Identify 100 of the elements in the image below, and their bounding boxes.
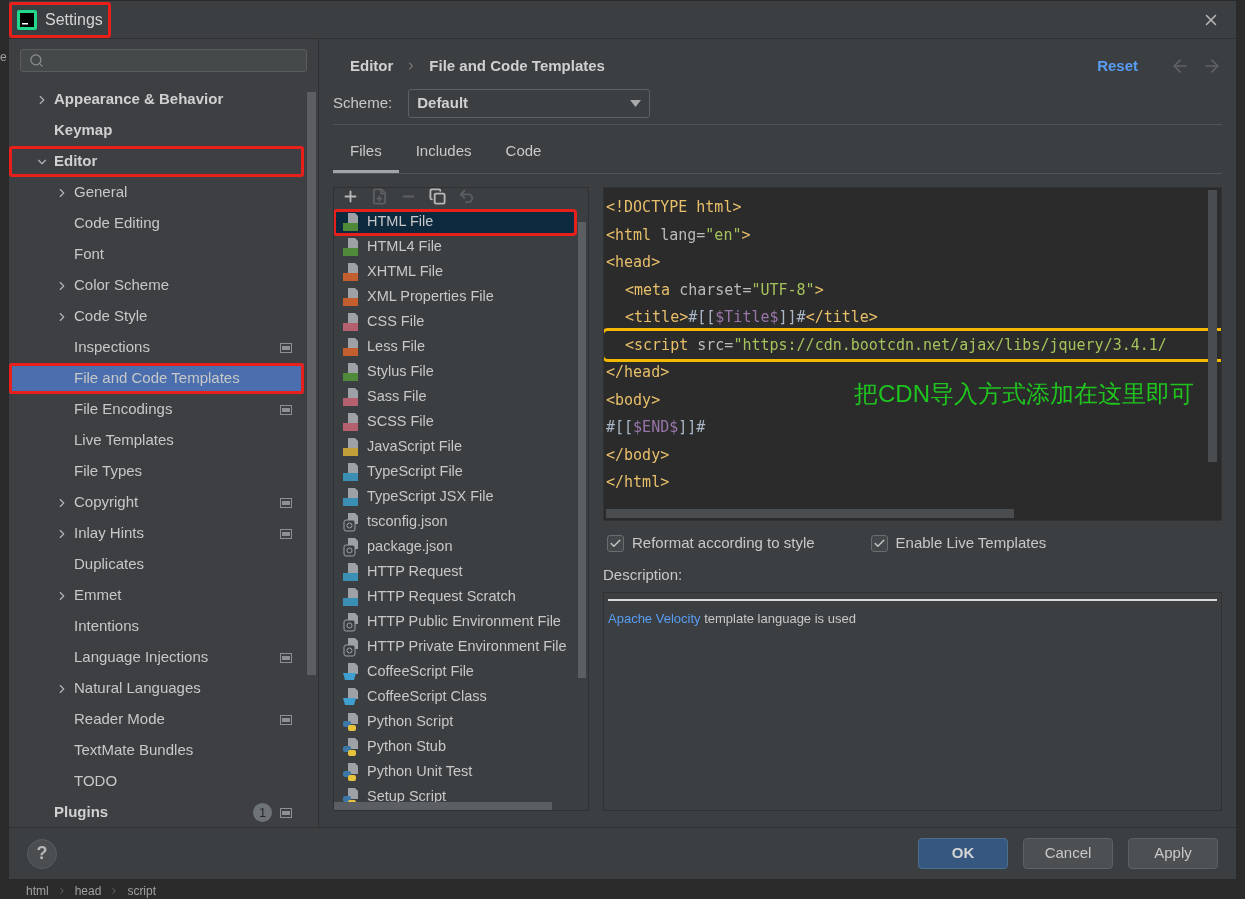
scrollbar[interactable] (307, 92, 316, 675)
file-template-icon (341, 662, 361, 682)
sidebar-item[interactable]: General (9, 177, 304, 208)
project-scope-icon (280, 807, 292, 818)
sidebar-item[interactable]: TODO (9, 766, 304, 797)
sidebar-item[interactable]: Language Injections (9, 642, 304, 673)
sidebar-item[interactable]: Reader Mode (9, 704, 304, 735)
project-scope-icon (280, 497, 292, 508)
editor-breadcrumb[interactable]: script (127, 882, 157, 899)
template-item[interactable]: HTML4 File (334, 234, 576, 260)
sidebar-item[interactable]: Inspections (9, 332, 304, 363)
template-item[interactable]: SCSS File (334, 409, 576, 435)
template-item[interactable]: CoffeeScript File (334, 659, 576, 685)
file-template-icon (341, 287, 361, 307)
tab[interactable]: Files (333, 137, 399, 173)
checkbox[interactable] (607, 535, 624, 552)
sidebar-item-label: File Types (74, 461, 143, 482)
template-item[interactable]: HTTP Public Environment File (334, 609, 576, 635)
count-badge: 1 (253, 803, 272, 822)
tab[interactable]: Code (488, 137, 559, 173)
apache-velocity-link[interactable]: Apache Velocity (608, 611, 701, 626)
template-item[interactable]: CoffeeScript Class (334, 684, 576, 710)
search-field[interactable] (20, 49, 307, 72)
add-icon[interactable] (342, 188, 359, 205)
copy-icon[interactable] (429, 188, 446, 205)
template-item[interactable]: XHTML File (334, 259, 576, 285)
breadcrumb-item[interactable]: Editor (350, 54, 394, 78)
sidebar-item[interactable]: Live Templates (9, 425, 304, 456)
sidebar-item-label: Inspections (74, 337, 150, 358)
file-template-icon (341, 262, 361, 282)
dialog-button[interactable]: Apply (1128, 838, 1218, 869)
sidebar-item-label: General (74, 182, 128, 203)
sidebar-item[interactable]: File Types (9, 456, 304, 487)
sidebar-item[interactable]: Intentions (9, 611, 304, 642)
sidebar-item[interactable]: Code Editing (9, 208, 304, 239)
template-item[interactable]: CSS File (334, 309, 576, 335)
app-logo-icon (17, 9, 37, 30)
dialog-button[interactable]: Cancel (1023, 838, 1113, 869)
template-item[interactable]: HTTP Request (334, 559, 576, 585)
sidebar-item[interactable]: Copyright (9, 487, 304, 518)
template-item[interactable]: Stylus File (334, 359, 576, 385)
file-template-icon (341, 212, 361, 232)
sidebar-item[interactable]: Duplicates (9, 549, 304, 580)
sidebar-item[interactable]: Keymap (9, 115, 304, 146)
project-scope-icon (280, 652, 292, 663)
option-checkbox[interactable]: Enable Live Templates (870, 532, 1047, 555)
template-item[interactable]: JavaScript File (334, 434, 576, 460)
template-item[interactable]: Python Unit Test (334, 759, 576, 785)
dialog-button[interactable]: OK (918, 838, 1008, 869)
sidebar-item[interactable]: Inlay Hints (9, 518, 304, 549)
template-item[interactable]: Less File (334, 334, 576, 360)
sidebar-item[interactable]: Emmet (9, 580, 304, 611)
sidebar-item[interactable]: Editor (9, 146, 304, 177)
code-line: <body> (605, 389, 662, 411)
scheme-dropdown[interactable]: Default (408, 89, 651, 118)
sidebar-item[interactable]: Plugins 1 (9, 797, 304, 828)
template-item[interactable]: Sass File (334, 384, 576, 410)
template-item[interactable]: XML Properties File (334, 284, 576, 310)
sidebar-item[interactable]: Code Style (9, 301, 304, 332)
template-item[interactable]: TypeScript JSX File (334, 484, 576, 510)
scrollbar[interactable] (334, 801, 552, 810)
template-item[interactable]: HTTP Request Scratch (334, 584, 576, 610)
description-text: Apache Velocity template language is used (608, 610, 857, 628)
file-template-icon (341, 562, 361, 582)
template-item[interactable]: Python Script (334, 709, 576, 735)
sidebar-item-label: File Encodings (74, 399, 173, 420)
help-button[interactable]: ? (27, 838, 57, 869)
template-item[interactable]: Python Stub (334, 734, 576, 760)
scrollbar[interactable] (1208, 189, 1217, 462)
code-line: </html> (605, 472, 671, 493)
project-scope-icon (280, 714, 292, 725)
sidebar-item-label: Emmet (74, 585, 122, 606)
template-item[interactable]: HTTP Private Environment File (334, 634, 576, 660)
checkbox[interactable] (870, 535, 888, 552)
scrollbar[interactable] (578, 221, 586, 678)
window-title: Settings (9, 1, 111, 38)
option-checkbox[interactable]: Reformat according to style (607, 532, 815, 555)
tab[interactable]: Includes (398, 137, 489, 173)
template-item[interactable]: tsconfig.json (334, 509, 576, 535)
sidebar-item-label: Natural Languages (74, 678, 201, 699)
file-template-icon (341, 637, 361, 657)
template-item[interactable]: TypeScript File (334, 459, 576, 485)
template-item[interactable]: package.json (334, 534, 576, 560)
sidebar-item[interactable]: Appearance & Behavior (9, 84, 304, 115)
annotation-note: 把CDN导入方式添加在这里即可 (854, 378, 1194, 409)
editor-breadcrumb[interactable]: html (26, 882, 49, 899)
sidebar-item[interactable]: File Encodings (9, 394, 304, 425)
scrollbar[interactable] (606, 508, 1014, 518)
editor-breadcrumb[interactable]: head (74, 882, 102, 899)
file-template-icon (341, 337, 361, 357)
reset-link[interactable]: Reset (1097, 54, 1138, 78)
sidebar-item[interactable]: Color Scheme (9, 270, 304, 301)
sidebar-item-label: Plugins (54, 802, 109, 823)
sidebar-item[interactable]: Font (9, 239, 304, 270)
sidebar-item[interactable]: Natural Languages (9, 673, 304, 704)
dropdown-caret-icon (630, 100, 642, 107)
code-line: <meta charset="UTF-8"> (624, 279, 825, 301)
sidebar-item[interactable]: TextMate Bundles (9, 735, 304, 766)
template-item[interactable]: HTML File (334, 209, 576, 235)
code-line: #[[$END$]]# (605, 417, 707, 438)
